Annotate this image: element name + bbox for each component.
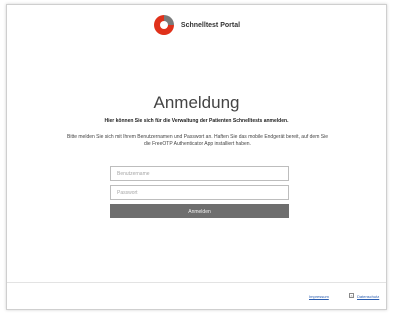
- header: Schnelltest Portal: [7, 5, 386, 45]
- telekom-logo-icon: [153, 15, 174, 35]
- page-subtitle: Hier können Sie sich für die Verwaltung …: [104, 118, 289, 124]
- settings-icon[interactable]: ×: [349, 293, 354, 298]
- username-input[interactable]: [110, 166, 289, 181]
- page-title: Anmeldung: [153, 93, 240, 112]
- login-button[interactable]: Anmelden: [110, 204, 289, 218]
- datenschutz-link[interactable]: Datenschutz: [357, 294, 379, 299]
- password-input[interactable]: [110, 185, 289, 200]
- intro-text: Bitte melden Sie sich mit Ihrem Benutzer…: [67, 134, 328, 147]
- footer: Impressum × Datenschutz: [7, 282, 386, 309]
- impressum-link[interactable]: Impressum: [309, 294, 329, 299]
- brand-title: Schnelltest Portal: [180, 21, 241, 29]
- app-frame: Schnelltest Portal Anmeldung Hier können…: [6, 4, 387, 310]
